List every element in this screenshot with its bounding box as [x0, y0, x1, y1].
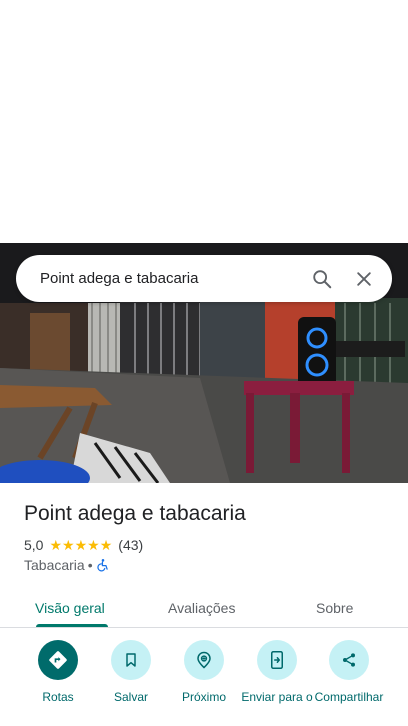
directions-button-circle: [38, 640, 78, 680]
star-icon: ★: [99, 537, 113, 553]
tab-label: Visão geral: [35, 600, 105, 616]
star-icon: ★: [62, 537, 75, 553]
share-icon: [343, 653, 355, 667]
separator-dot: •: [87, 557, 93, 573]
tab-reviews[interactable]: Avaliações: [168, 588, 235, 628]
save-button-circle: [111, 640, 151, 680]
star-icon: ★: [74, 537, 88, 553]
tab-label: Sobre: [316, 600, 354, 616]
close-button[interactable]: [346, 261, 382, 297]
action-buttons: Rotas Salvar Próximo Enviar para o Compa…: [0, 640, 408, 726]
send-to-phone-button[interactable]: Enviar para o: [237, 640, 317, 704]
send-to-phone-icon: [271, 651, 283, 669]
search-button[interactable]: [304, 261, 340, 297]
action-label: Rotas: [42, 690, 74, 704]
send-to-phone-button-circle: [257, 640, 297, 680]
bookmark-icon: [126, 653, 136, 667]
place-tabs: Visão geral Avaliações Sobre: [0, 588, 408, 628]
place-category: Tabacaria: [24, 557, 85, 573]
place-title: Point adega e tabacaria: [24, 502, 246, 525]
share-button[interactable]: Compartilhar: [309, 640, 389, 704]
share-button-circle: [329, 640, 369, 680]
action-label: Salvar: [113, 690, 148, 704]
rating-row[interactable]: 5,0 ★ ★ ★ ★ ★ (43): [24, 536, 143, 554]
search-bar[interactable]: Point adega e tabacaria: [16, 255, 392, 302]
tab-label: Avaliações: [168, 600, 236, 616]
category-row: Tabacaria •: [24, 556, 110, 574]
rating-value: 5,0: [24, 537, 44, 553]
nearby-button[interactable]: Próximo: [164, 640, 244, 704]
wheelchair-accessible-icon: [96, 559, 108, 572]
map-blank-area: [0, 0, 408, 243]
close-icon: [357, 271, 371, 286]
star-icon: ★: [87, 537, 100, 553]
action-label: Compartilhar: [314, 690, 384, 704]
nearby-button-circle: [184, 640, 224, 680]
search-icon: [313, 269, 332, 288]
save-button[interactable]: Salvar: [91, 640, 171, 704]
star-icon: ★: [49, 537, 63, 553]
directions-button[interactable]: Rotas: [18, 640, 98, 704]
active-tab-indicator: [36, 624, 108, 627]
action-label: Enviar para o: [241, 690, 313, 704]
directions-icon: [49, 651, 67, 669]
star-rating: ★ ★ ★ ★ ★: [49, 538, 112, 552]
tab-overview[interactable]: Visão geral: [35, 588, 105, 628]
review-count[interactable]: (43): [118, 537, 143, 553]
nearby-icon: [197, 651, 211, 669]
search-input[interactable]: Point adega e tabacaria: [40, 270, 298, 287]
action-label: Próximo: [181, 690, 226, 704]
tab-about[interactable]: Sobre: [316, 588, 353, 628]
